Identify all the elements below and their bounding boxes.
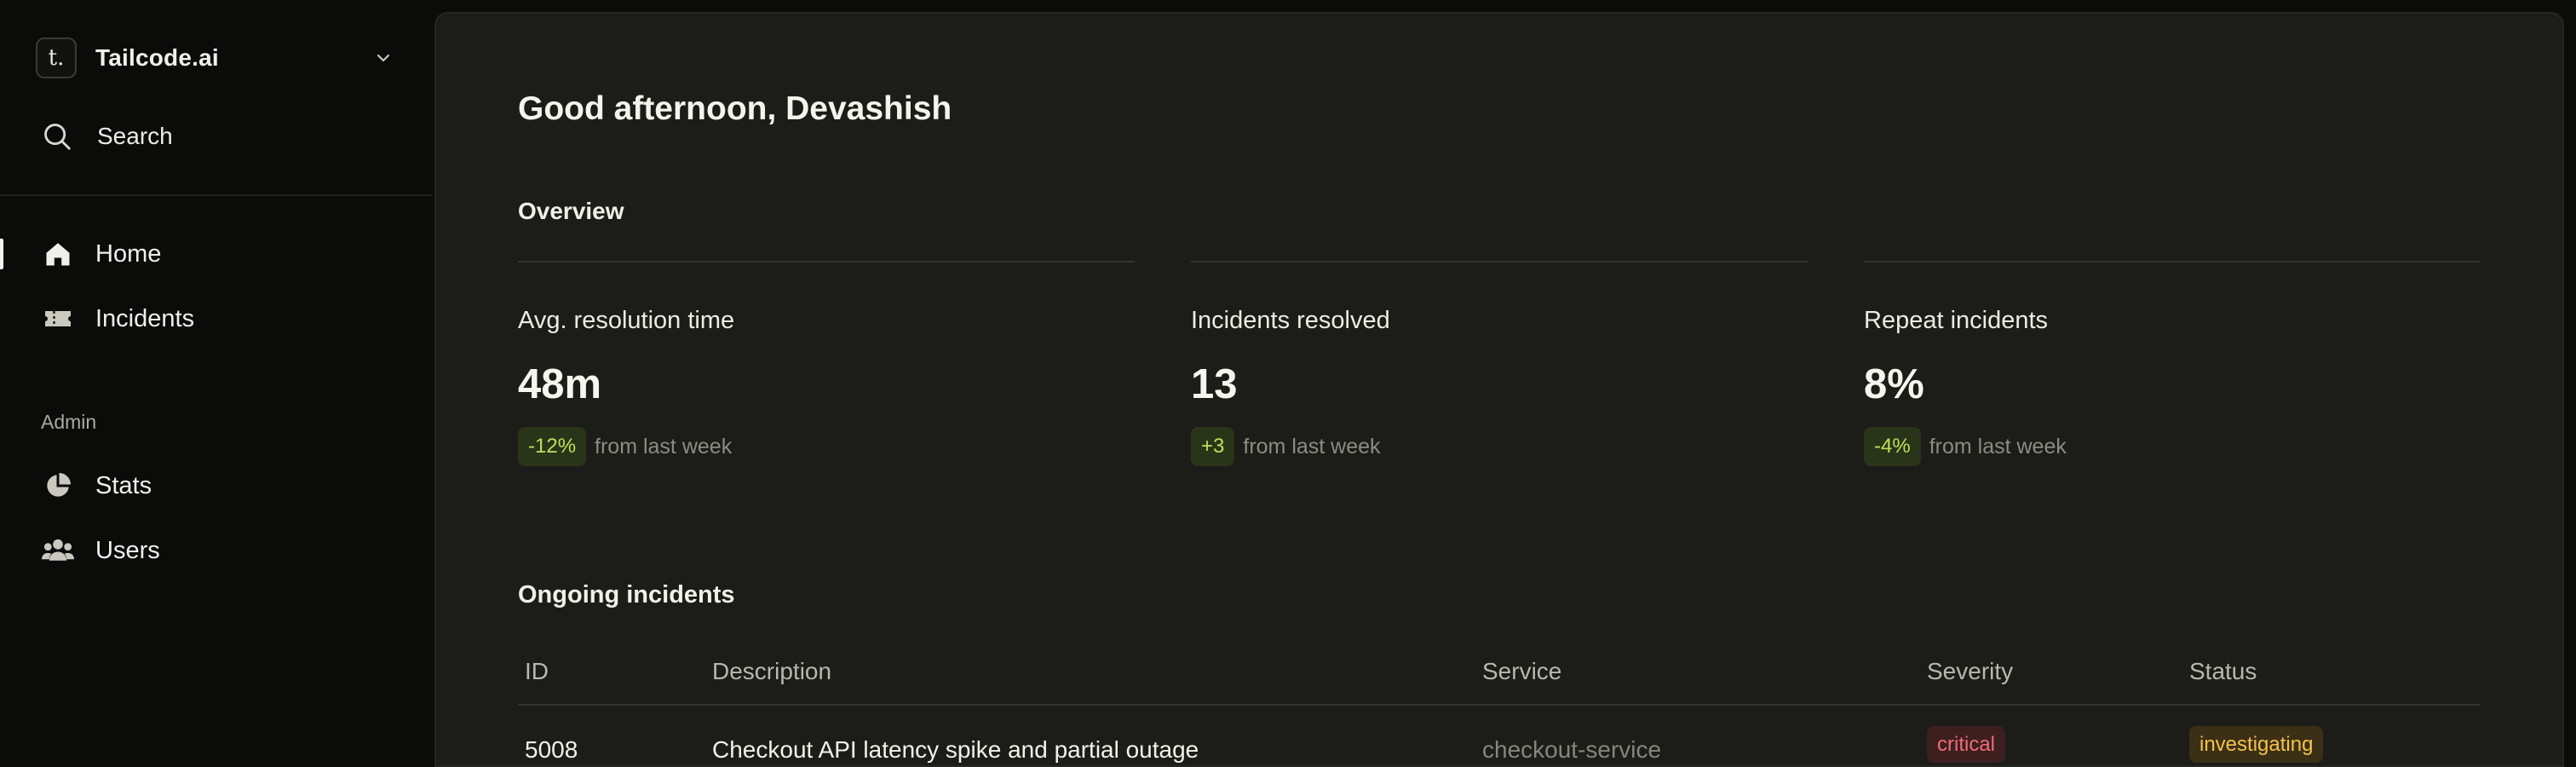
- severity-label: critical: [1927, 726, 2006, 763]
- incident-id: 5008: [525, 736, 578, 763]
- sidebar-item-stats[interactable]: Stats: [0, 462, 433, 510]
- overview-heading: Overview: [518, 198, 624, 224]
- delta-caption: from last week: [1243, 434, 1381, 458]
- column-header-id[interactable]: ID: [525, 658, 549, 685]
- sidebar-item-label: Home: [95, 239, 162, 268]
- home-icon: [41, 237, 75, 271]
- delta-caption: from last week: [1929, 434, 2067, 458]
- pie-chart-icon: [41, 469, 75, 503]
- stat-value: 48m: [518, 361, 602, 407]
- stat-card-avg-resolution: Avg. resolution time 48m -12% from last …: [518, 261, 1135, 466]
- ongoing-incidents-heading: Ongoing incidents: [518, 581, 735, 608]
- incident-service: checkout-service: [1482, 736, 1662, 763]
- incident-description: Checkout API latency spike and partial o…: [712, 736, 1199, 763]
- page-title: Good afternoon, Devashish: [518, 90, 952, 127]
- search-label: Search: [97, 123, 173, 149]
- stat-title: Repeat incidents: [1864, 307, 2049, 334]
- admin-section-label: Admin: [41, 411, 97, 433]
- search-icon: [44, 124, 71, 150]
- stat-delta: -12% from last week: [518, 427, 1135, 466]
- chevron-down-icon: [377, 54, 390, 62]
- delta-badge: -12%: [518, 427, 587, 466]
- sidebar-item-home[interactable]: Home: [0, 230, 433, 278]
- stat-title: Avg. resolution time: [518, 307, 735, 334]
- severity-badge: critical: [1927, 726, 2006, 763]
- stat-divider: [518, 261, 1135, 262]
- column-header-description[interactable]: Description: [712, 658, 831, 685]
- stat-value: 13: [1191, 361, 1238, 407]
- column-header-status[interactable]: Status: [2189, 658, 2257, 685]
- sidebar-item-label: Incidents: [95, 304, 195, 332]
- sidebar-item-incidents[interactable]: Incidents: [0, 295, 433, 343]
- sidebar: t. Tailcode.ai Search Home Incidents Adm…: [0, 0, 433, 767]
- search-button[interactable]: Search: [41, 116, 173, 157]
- stat-delta: -4% from last week: [1864, 427, 2481, 466]
- incidents-table: ID Description Service Severity Status 5…: [518, 658, 2481, 765]
- sidebar-item-users[interactable]: Users: [0, 527, 433, 574]
- team-switcher[interactable]: t. Tailcode.ai: [36, 37, 394, 78]
- team-name: Tailcode.ai: [95, 44, 219, 71]
- sidebar-divider: [0, 194, 433, 196]
- column-header-severity[interactable]: Severity: [1927, 658, 2013, 685]
- ticket-icon: [41, 302, 75, 336]
- stat-value: 8%: [1864, 361, 1924, 407]
- column-header-service[interactable]: Service: [1482, 658, 1561, 685]
- status-badge: investigating: [2189, 726, 2324, 763]
- delta-caption: from last week: [595, 434, 733, 458]
- delta-badge: +3: [1191, 427, 1235, 466]
- users-icon: [41, 533, 75, 568]
- stat-card-repeat-incidents: Repeat incidents 8% -4% from last week: [1864, 261, 2481, 466]
- team-logo: t.: [36, 37, 77, 78]
- stat-divider: [1864, 261, 2481, 262]
- main-panel: Good afternoon, Devashish Overview Avg. …: [434, 12, 2564, 767]
- stat-title: Incidents resolved: [1191, 307, 1390, 334]
- stat-divider: [1191, 261, 1808, 262]
- table-row[interactable]: 5008 Checkout API latency spike and part…: [518, 706, 2481, 765]
- stat-card-incidents-resolved: Incidents resolved 13 +3 from last week: [1191, 261, 1808, 466]
- stat-delta: +3 from last week: [1191, 427, 1808, 466]
- sidebar-item-label: Stats: [95, 471, 152, 499]
- delta-badge: -4%: [1864, 427, 1921, 466]
- active-indicator: [0, 239, 3, 269]
- table-header: ID Description Service Severity Status: [518, 658, 2481, 706]
- status-label: investigating: [2189, 726, 2324, 763]
- sidebar-item-label: Users: [95, 536, 160, 564]
